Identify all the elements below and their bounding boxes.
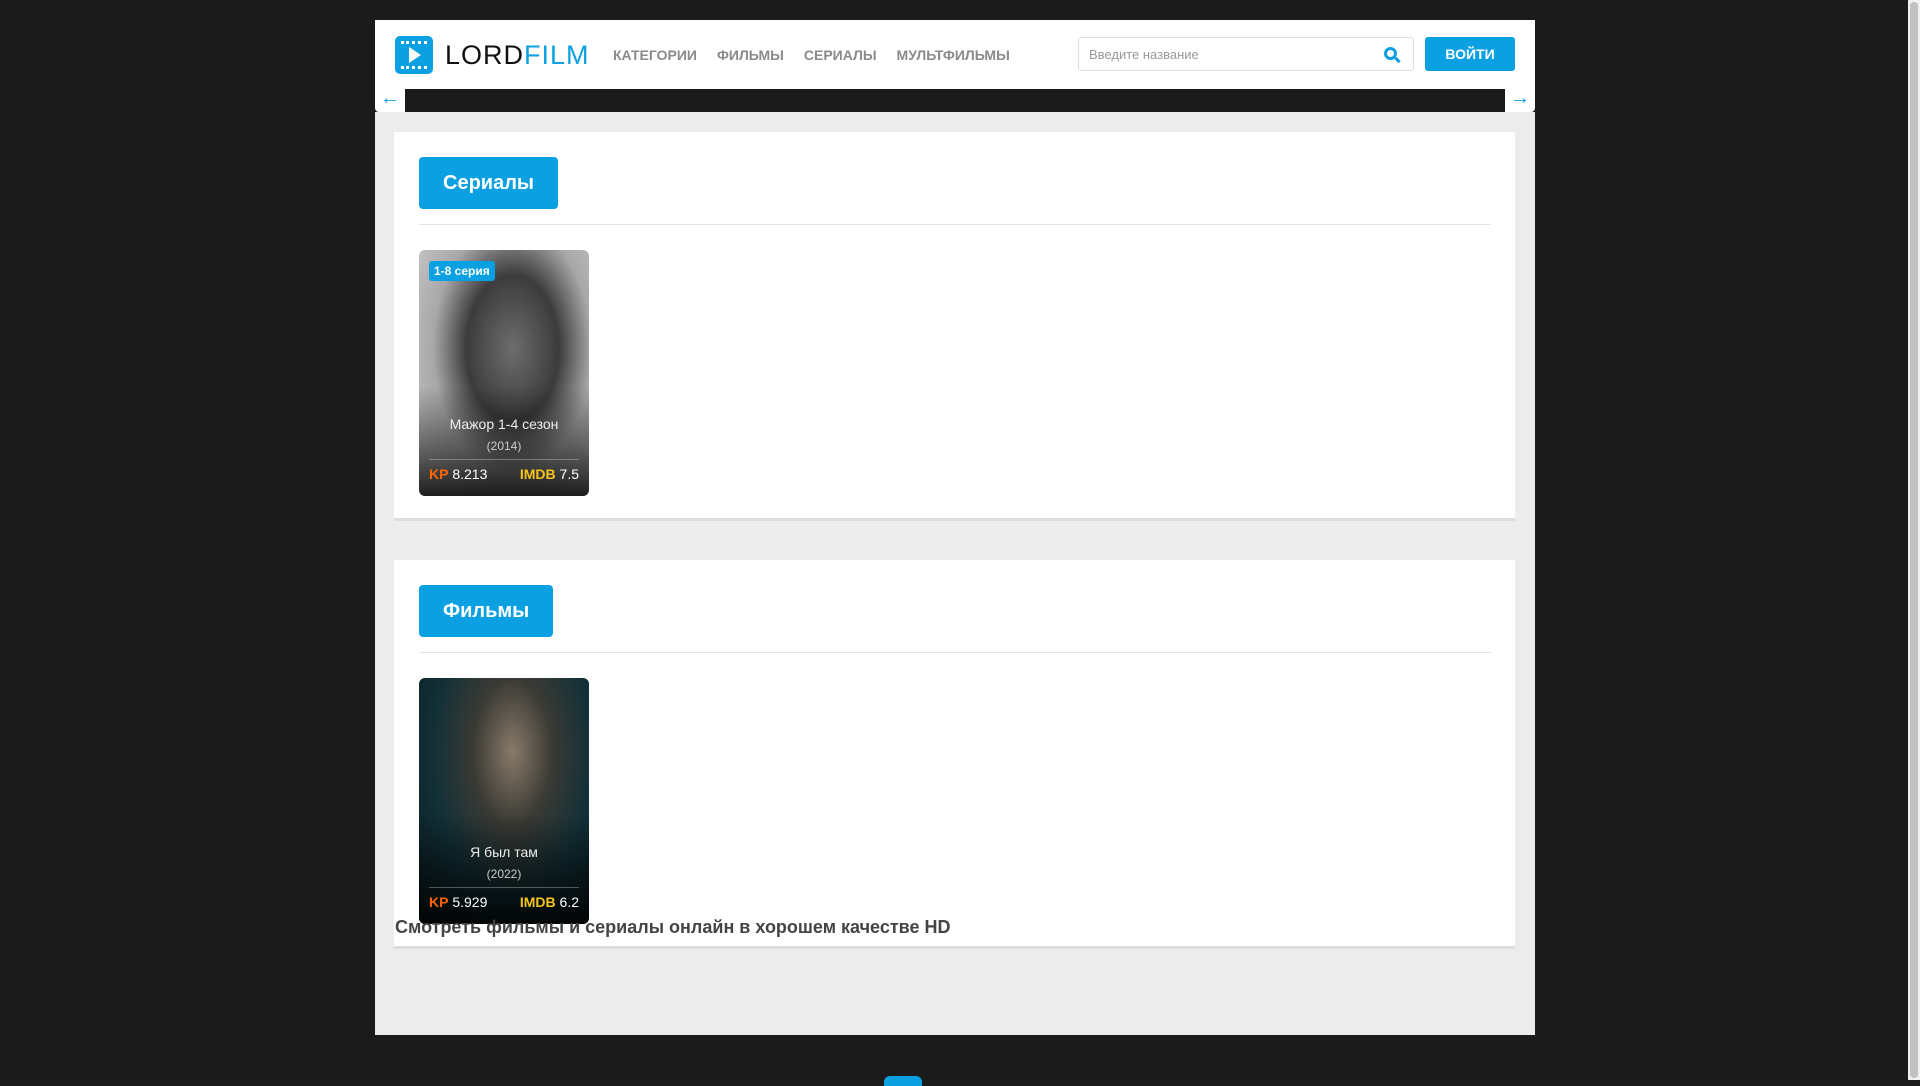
- movie-card[interactable]: Я был там (2022) KP 5.929 IMDB 6.2: [419, 678, 589, 924]
- search-input[interactable]: [1079, 38, 1369, 70]
- header: LORDFILM КАТЕГОРИИ ФИЛЬМЫ СЕРИАЛЫ МУЛЬТФ…: [375, 20, 1535, 89]
- nav-series[interactable]: СЕРИАЛЫ: [804, 47, 877, 63]
- divider: [419, 652, 1491, 653]
- site: LORDFILM КАТЕГОРИИ ФИЛЬМЫ СЕРИАЛЫ МУЛЬТФ…: [375, 20, 1535, 1086]
- nav-cartoons[interactable]: МУЛЬТФИЛЬМЫ: [897, 47, 1010, 63]
- film-play-icon: [395, 36, 433, 74]
- carousel: ← →: [375, 88, 1535, 112]
- imdb-label: IMDB: [519, 466, 556, 482]
- main-content: Сериалы 1-8 серия Мажор 1-4 сезон (2014)…: [375, 112, 1535, 1035]
- logo-text-lord: LORD: [445, 39, 525, 70]
- nav-films[interactable]: ФИЛЬМЫ: [717, 47, 784, 63]
- kp-label: KP: [429, 466, 449, 482]
- section-series: Сериалы 1-8 серия Мажор 1-4 сезон (2014)…: [394, 132, 1515, 521]
- arrow-right-icon[interactable]: →: [1505, 88, 1535, 112]
- movie-card[interactable]: 1-8 серия Мажор 1-4 сезон (2014) KP 8.21…: [419, 250, 589, 496]
- imdb-label: IMDB: [519, 894, 556, 910]
- section-title-series[interactable]: Сериалы: [419, 157, 558, 209]
- seo-heading: Смотреть фильмы и сериалы онлайн в хорош…: [395, 917, 951, 937]
- nav-categories[interactable]: КАТЕГОРИИ: [613, 47, 697, 63]
- search-box: [1078, 37, 1414, 71]
- kp-rating: 8.213: [452, 466, 488, 482]
- divider: [419, 224, 1491, 225]
- section-title-films[interactable]: Фильмы: [419, 585, 554, 637]
- main-nav: КАТЕГОРИИ ФИЛЬМЫ СЕРИАЛЫ МУЛЬТФИЛЬМЫ: [613, 47, 1010, 63]
- card-ratings: KP 5.929 IMDB 6.2: [429, 887, 579, 910]
- scrollbar[interactable]: [1908, 0, 1920, 1080]
- arrow-left-icon[interactable]: ←: [375, 88, 405, 112]
- card-title: Я был там: [470, 844, 538, 860]
- footer-logo-icon: [884, 1076, 922, 1086]
- section-films: Фильмы Я был там (2022) KP 5.929 IMDB 6.…: [394, 560, 1515, 949]
- login-button[interactable]: ВОЙТИ: [1425, 37, 1515, 71]
- imdb-rating: 6.2: [559, 894, 579, 910]
- logo-text-film: FILM: [524, 39, 590, 70]
- kp-label: KP: [429, 894, 449, 910]
- imdb-rating: 7.5: [559, 466, 579, 482]
- card-year: (2014): [486, 439, 522, 453]
- kp-rating: 5.929: [452, 894, 488, 910]
- episode-badge: 1-8 серия: [429, 261, 495, 281]
- search-icon[interactable]: [1384, 47, 1397, 60]
- logo[interactable]: LORDFILM: [395, 36, 590, 74]
- card-title: Мажор 1-4 сезон: [449, 416, 559, 432]
- scrollbar-thumb[interactable]: [1910, 2, 1918, 1078]
- card-ratings: KP 8.213 IMDB 7.5: [429, 459, 579, 482]
- card-year: (2022): [486, 867, 522, 881]
